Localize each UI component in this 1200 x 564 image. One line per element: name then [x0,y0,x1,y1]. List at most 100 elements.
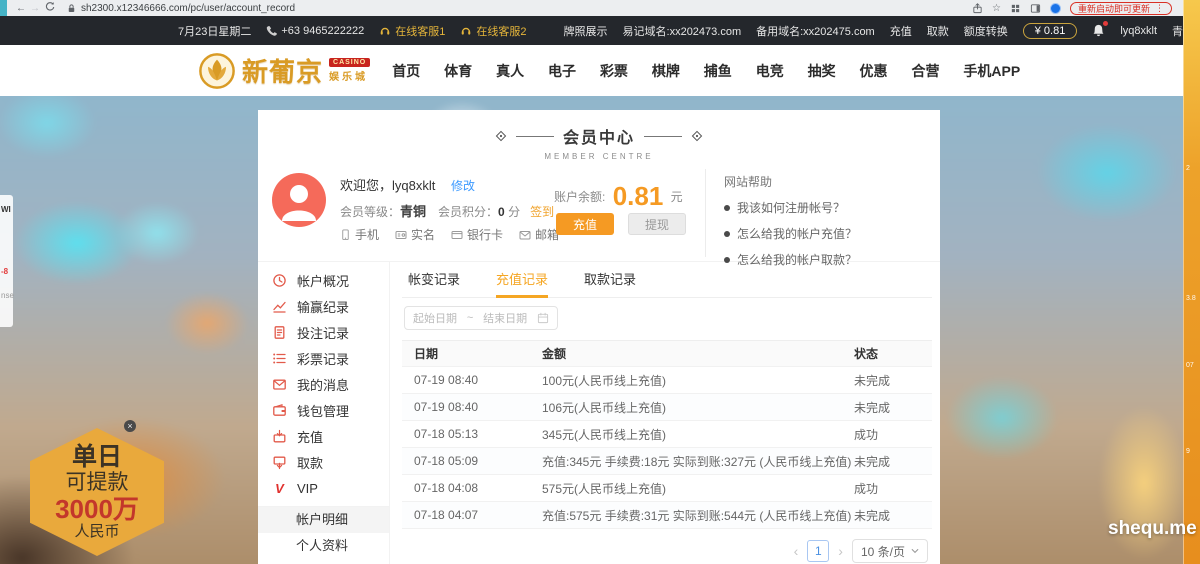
help-item-label: 怎么给我的帐户取款？ [737,251,857,268]
sidebar-item-vip[interactable]: V VIP [258,475,389,501]
left-edge-widget-fragment: WI -8 nse [0,195,13,327]
brand-name: 新葡京 [242,52,323,89]
online-service-1[interactable]: 在线客服1 [379,23,445,39]
withdraw-button[interactable]: 提现 [628,213,686,235]
notifications-bell[interactable] [1092,24,1105,37]
nav-cards[interactable]: 棋牌 [652,61,680,81]
help-item[interactable]: 我该如何注册帐号？ [724,199,935,216]
headset-icon [460,25,472,37]
cell-status: 成功 [854,480,932,497]
balance-value: 0.81 [613,181,664,211]
fragment-text: 3.8 [1186,295,1196,302]
nav-promos[interactable]: 优惠 [860,61,888,81]
page-number[interactable]: 1 [807,540,829,562]
main-area: 会员中心 MEMBER CENTRE 欢迎您，lyq8xklt 修改 会员等级：… [0,96,1200,564]
browser-profile-avatar[interactable] [1050,3,1061,14]
sidebar-item-bet-records[interactable]: 投注记录 [258,319,389,345]
prev-page-icon[interactable]: ‹ [794,543,799,559]
license-link[interactable]: 牌照展示 [564,23,608,39]
browser-back-icon[interactable]: ← [14,3,28,14]
nav-home[interactable]: 首页 [392,61,420,81]
sidebar-item-withdraw[interactable]: 取款 [258,449,389,475]
browser-actions: ☆ 重新启动即可更新 ⋮ [972,2,1200,15]
bell-icon [1092,24,1105,37]
sidebar-sub-menu: 帐户明细 个人资料 手机号 [258,506,389,564]
topbar-deposit-link[interactable]: 充值 [890,23,912,39]
sidebar-item-deposit[interactable]: 充值 [258,423,389,449]
address-bar[interactable]: sh2300.x12346666.com/pc/user/account_rec… [66,3,295,14]
tab-withdraw-records[interactable]: 取款记录 [584,262,636,298]
withdraw-icon [272,455,287,470]
edit-profile-link[interactable]: 修改 [451,179,475,193]
browser-update-button[interactable]: 重新启动即可更新 ⋮ [1070,2,1172,15]
help-item[interactable]: 怎么给我的帐户取款？ [724,251,935,268]
page-title: 会员中心 [563,124,635,148]
nav-mobile-app[interactable]: 手机APP [963,61,1020,81]
page-size-select[interactable]: 10 条/页 [852,539,928,563]
date-start-placeholder[interactable]: 起始日期 [413,310,457,326]
bank-card-icon [451,229,463,241]
nav-live[interactable]: 真人 [496,61,524,81]
table-row: 07-18 04:07 充值:575元 手续费:31元 实际到账:544元 (人… [402,502,932,529]
sidebar-sub-account-detail[interactable]: 帐户明细 [258,507,389,533]
nav-esports[interactable]: 电竞 [756,61,784,81]
next-page-icon[interactable]: › [838,543,843,559]
browser-reload-icon[interactable] [42,1,56,15]
tab-deposit-records[interactable]: 充值记录 [496,262,548,298]
topbar-username[interactable]: lyq8xklt [1120,25,1157,37]
bookmark-star-icon[interactable]: ☆ [992,3,1001,14]
online-service-2[interactable]: 在线客服2 [460,23,526,39]
site-navbar: 新葡京 CASINO 娱乐城 首页 体育 真人 电子 彩票 棋牌 捕鱼 电竞 抽… [0,45,1200,96]
sidebar-sub-phone-number[interactable]: 手机号 [258,559,389,564]
balance-unit: 元 [671,190,683,204]
sidebar-label: 我的消息 [297,375,349,394]
verify-bankcard[interactable]: 银行卡 [451,226,503,243]
topbar-transfer-link[interactable]: 额度转换 [964,23,1008,39]
sidebar-item-messages[interactable]: 我的消息 [258,371,389,397]
cell-status: 未完成 [854,372,932,389]
verify-phone-label: 手机 [355,226,379,243]
nav-sports[interactable]: 体育 [444,61,472,81]
sidebar-sub-personal-info[interactable]: 个人资料 [258,533,389,559]
promo-close-icon[interactable]: × [124,420,136,432]
share-icon[interactable] [972,3,983,14]
extensions-icon[interactable] [1010,3,1021,14]
site-logo[interactable]: 新葡京 CASINO 娱乐城 [198,52,370,90]
sidebar-item-lottery-records[interactable]: 彩票记录 [258,345,389,371]
tab-account-changes[interactable]: 帐变记录 [408,262,460,298]
deposit-icon [272,429,287,444]
headset-icon [379,25,391,37]
update-label: 重新启动即可更新 [1078,2,1150,15]
browser-menu-dots-icon[interactable]: ⋮ [1155,3,1164,14]
table-row: 07-18 04:08 575元(人民币线上充值) 成功 [402,475,932,502]
side-panel-icon[interactable] [1030,3,1041,14]
browser-forward-icon[interactable]: → [28,3,42,14]
sidebar-item-account-overview[interactable]: 帐户概况 [258,267,389,293]
topbar-date: 7月23日星期二 [178,23,251,39]
topbar-phone: +63 9465222222 [266,25,364,37]
date-range-picker[interactable]: 起始日期 ~ 结束日期 [404,306,558,330]
sidebar-item-winloss[interactable]: 输赢纪录 [258,293,389,319]
nav-raffle[interactable]: 抽奖 [808,61,836,81]
verify-email[interactable]: 邮箱 [519,226,559,243]
browser-chrome: ← → sh2300.x12346666.com/pc/user/account… [0,0,1200,16]
verify-phone[interactable]: 手机 [340,226,379,243]
records-panel: 帐变记录 充值记录 取款记录 起始日期 ~ 结束日期 日期 金额 [390,262,940,564]
ornament-line [644,136,682,137]
deposit-button[interactable]: 充值 [556,213,614,235]
member-center-header: 会员中心 MEMBER CENTRE [258,110,940,161]
signin-link[interactable]: 签到 [530,205,554,219]
sidebar-item-wallet[interactable]: 钱包管理 [258,397,389,423]
nav-affiliate[interactable]: 合营 [911,61,939,81]
cell-status: 未完成 [854,507,932,524]
nav-lottery[interactable]: 彩票 [600,61,628,81]
date-end-placeholder[interactable]: 结束日期 [483,310,527,326]
nav-slots[interactable]: 电子 [548,61,576,81]
verify-realname[interactable]: 实名 [395,226,435,243]
balance-pill[interactable]: ¥ 0.81 [1023,23,1078,39]
help-item[interactable]: 怎么给我的帐户充值？ [724,225,935,242]
topbar-withdraw-link[interactable]: 取款 [927,23,949,39]
padlock-icon [66,3,77,14]
nav-fishing[interactable]: 捕鱼 [704,61,732,81]
pagination: ‹ 1 › 10 条/页 [402,539,932,563]
